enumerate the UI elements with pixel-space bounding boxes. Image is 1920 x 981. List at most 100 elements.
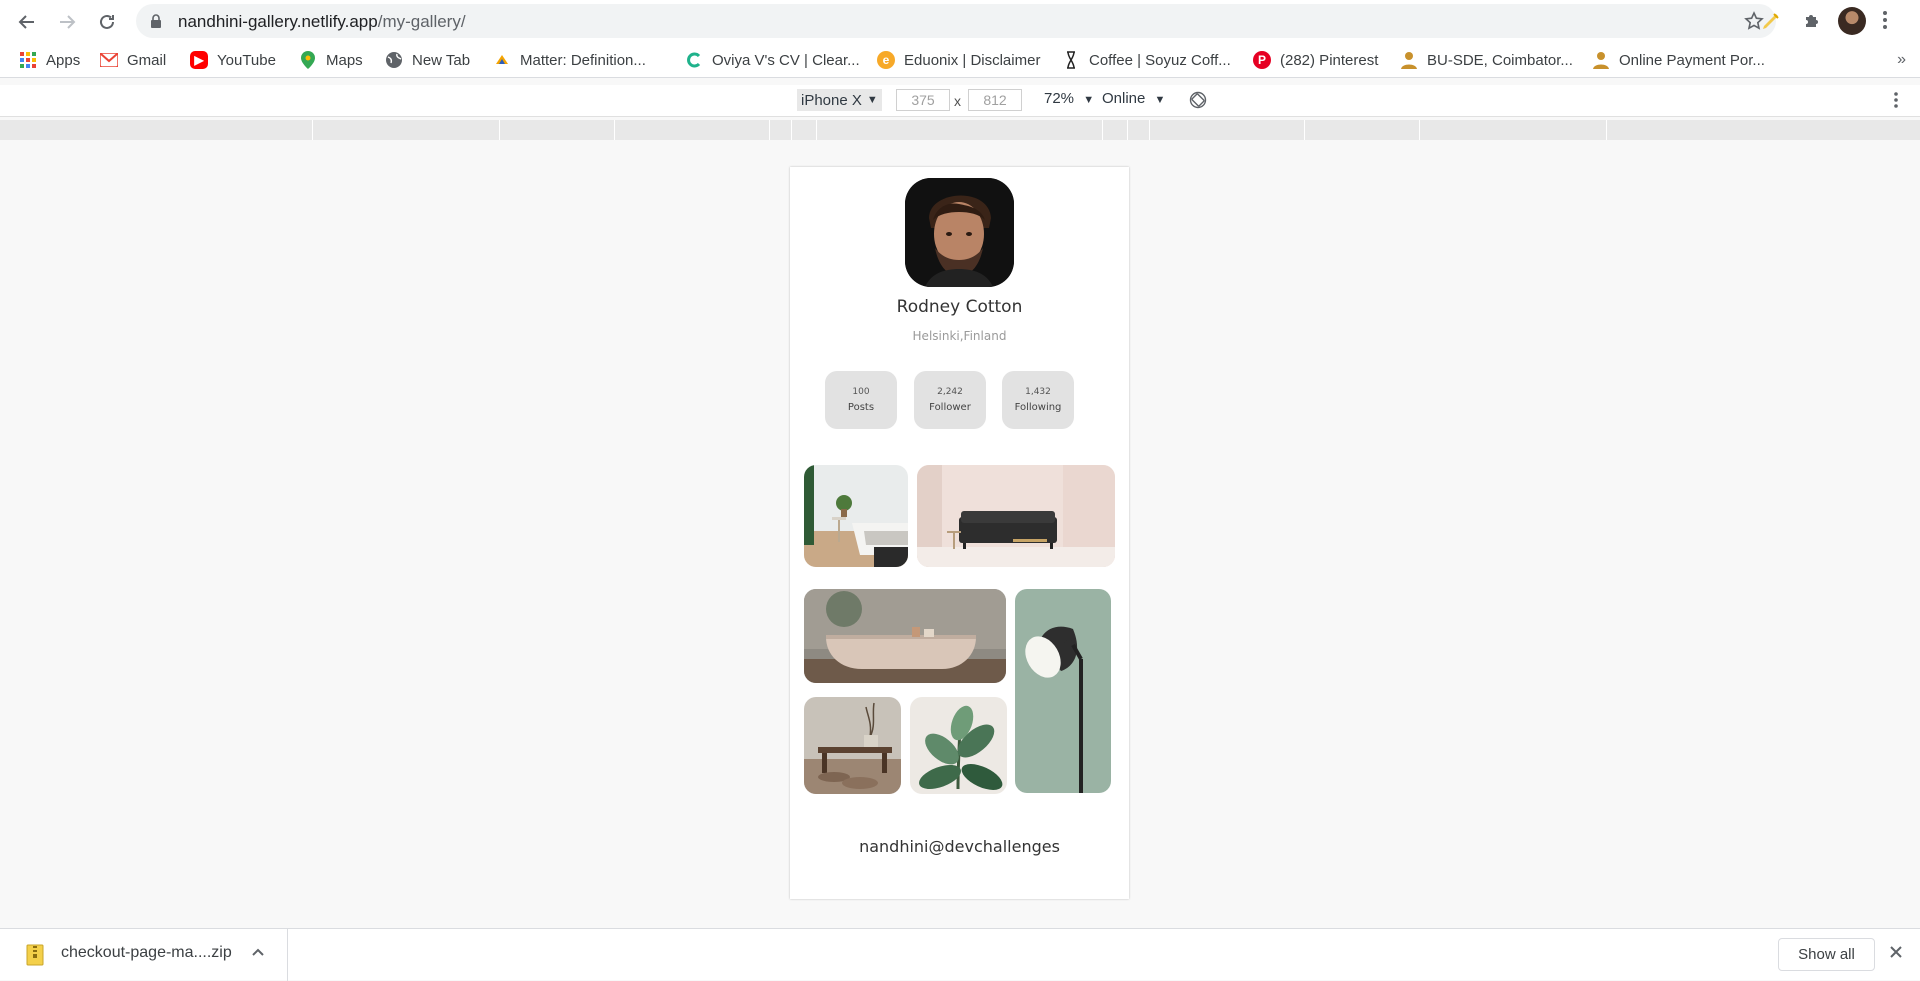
ruler-segment[interactable] bbox=[792, 120, 817, 140]
height-input[interactable]: 812 bbox=[968, 89, 1022, 111]
ruler-segment[interactable] bbox=[1150, 120, 1305, 140]
bookmark-apps[interactable]: Apps bbox=[19, 49, 80, 71]
bookmark-label: Online Payment Por... bbox=[1619, 51, 1765, 69]
bookmark-label: Matter: Definition... bbox=[520, 51, 646, 69]
ruler-segment[interactable] bbox=[615, 120, 770, 140]
zoom-select[interactable]: 72% ▼ bbox=[1044, 90, 1094, 107]
extensions-puzzle-icon[interactable] bbox=[1799, 8, 1825, 34]
forward-arrow-icon bbox=[60, 15, 76, 29]
device-toolbar: iPhone X ▼ 375 x 812 72% ▼ Online ▼ bbox=[0, 85, 1920, 117]
ruler-segment[interactable] bbox=[817, 120, 1103, 140]
stat-label: Posts bbox=[847, 402, 875, 413]
browser-menu-icon[interactable] bbox=[1882, 10, 1888, 30]
caret-down-icon: ▼ bbox=[1083, 94, 1095, 106]
gallery-image-plant[interactable] bbox=[910, 697, 1007, 794]
rotate-icon[interactable] bbox=[1189, 91, 1207, 109]
cv-site-icon bbox=[685, 51, 703, 69]
gallery-image-sofa[interactable] bbox=[917, 465, 1115, 567]
more-bookmarks-icon[interactable]: » bbox=[1897, 51, 1906, 69]
chevron-up-icon[interactable] bbox=[250, 944, 266, 960]
media-query-ruler[interactable] bbox=[0, 120, 1920, 140]
profile-location: Helsinki,Finland bbox=[912, 329, 1007, 343]
gmail-icon bbox=[100, 51, 118, 69]
ruler-segment[interactable] bbox=[1128, 120, 1150, 140]
width-input[interactable]: 375 bbox=[896, 89, 950, 111]
caret-down-icon: ▼ bbox=[1154, 94, 1166, 106]
bookmarks-bar: Apps Gmail ▶ YouTube Maps New Tab Matter… bbox=[0, 42, 1920, 78]
bookmark-bu-sde[interactable]: BU-SDE, Coimbator... bbox=[1400, 49, 1573, 71]
ruler-segment[interactable] bbox=[0, 120, 313, 140]
bookmark-matter[interactable]: Matter: Definition... bbox=[493, 49, 646, 71]
reload-icon bbox=[100, 14, 114, 29]
reload-button[interactable] bbox=[94, 9, 120, 35]
gallery-image-bedroom[interactable] bbox=[804, 465, 908, 567]
bookmark-online-payment[interactable]: Online Payment Por... bbox=[1592, 49, 1765, 71]
bookmark-coffee[interactable]: Coffee | Soyuz Coff... bbox=[1062, 49, 1231, 71]
bookmark-maps[interactable]: Maps bbox=[299, 49, 363, 71]
address-bar[interactable]: nandhini-gallery.netlify.app/my-gallery/ bbox=[136, 4, 1776, 38]
lock-icon bbox=[151, 14, 161, 28]
bookmark-youtube[interactable]: ▶ YouTube bbox=[190, 49, 276, 71]
device-more-icon[interactable] bbox=[1893, 91, 1899, 109]
bookmark-label: Coffee | Soyuz Coff... bbox=[1089, 51, 1231, 69]
ruler-segment[interactable] bbox=[1103, 120, 1128, 140]
footer-credit: nandhini@devchallenges bbox=[859, 837, 1060, 856]
bookmark-label: Eduonix | Disclaimer bbox=[904, 51, 1041, 69]
ruler-segment[interactable] bbox=[770, 120, 792, 140]
browser-toolbar: nandhini-gallery.netlify.app/my-gallery/ bbox=[0, 0, 1920, 42]
stat-value: 100 bbox=[852, 387, 870, 397]
bookmark-label: Apps bbox=[46, 51, 81, 69]
close-icon[interactable] bbox=[1888, 944, 1904, 960]
url-host: nandhini-gallery.netlify.app bbox=[178, 12, 378, 31]
gallery-image-bathtub[interactable] bbox=[804, 589, 1006, 683]
extension-pencil-icon[interactable] bbox=[1758, 8, 1784, 34]
download-file-name: checkout-page-ma....zip bbox=[61, 944, 232, 961]
url-path: /my-gallery/ bbox=[377, 12, 466, 31]
globe-icon bbox=[385, 51, 403, 69]
ruler-segment[interactable] bbox=[500, 120, 615, 140]
bookmark-eduonix[interactable]: e Eduonix | Disclaimer bbox=[877, 49, 1040, 71]
zip-file-icon bbox=[26, 944, 44, 966]
ruler-segment[interactable] bbox=[313, 120, 500, 140]
stat-posts: 100 Posts bbox=[825, 371, 897, 429]
matter-site-icon bbox=[493, 51, 511, 69]
stat-following: 1,432 Following bbox=[1002, 371, 1074, 429]
bookmark-gmail[interactable]: Gmail bbox=[100, 49, 166, 71]
gallery-image-bench[interactable] bbox=[804, 697, 901, 794]
throttle-value: Online bbox=[1102, 90, 1146, 107]
ruler-segment[interactable] bbox=[1305, 120, 1420, 140]
stat-followers: 2,242 Follower bbox=[914, 371, 986, 429]
stat-label: Follower bbox=[929, 402, 971, 413]
profile-photo bbox=[905, 178, 1014, 287]
apps-grid-icon bbox=[19, 51, 37, 69]
bookmark-label: BU-SDE, Coimbator... bbox=[1427, 51, 1573, 69]
download-item[interactable]: checkout-page-ma....zip bbox=[0, 929, 288, 981]
profile-avatar[interactable] bbox=[1838, 7, 1866, 35]
youtube-icon: ▶ bbox=[190, 51, 208, 69]
gallery-image-lamp[interactable] bbox=[1015, 589, 1111, 793]
bookmark-new-tab[interactable]: New Tab bbox=[385, 49, 470, 71]
back-arrow-icon bbox=[18, 15, 34, 29]
bookmark-label: Maps bbox=[326, 51, 363, 69]
dimension-separator: x bbox=[954, 93, 961, 109]
profile-name: Rodney Cotton bbox=[896, 297, 1023, 317]
stat-value: 1,432 bbox=[1025, 387, 1051, 397]
forward-button[interactable] bbox=[54, 9, 80, 35]
back-button[interactable] bbox=[14, 9, 40, 35]
university-icon bbox=[1400, 51, 1418, 69]
bookmark-cv[interactable]: Oviya V's CV | Clear... bbox=[685, 49, 860, 71]
device-select[interactable]: iPhone X ▼ bbox=[797, 89, 882, 111]
caret-down-icon: ▼ bbox=[866, 94, 878, 106]
stat-value: 2,242 bbox=[937, 387, 963, 397]
show-all-button[interactable]: Show all bbox=[1778, 938, 1875, 971]
bookmark-label: (282) Pinterest bbox=[1280, 51, 1379, 69]
url-text: nandhini-gallery.netlify.app/my-gallery/ bbox=[178, 12, 466, 32]
maps-pin-icon bbox=[299, 51, 317, 69]
eduonix-icon: e bbox=[877, 51, 895, 69]
payment-site-icon bbox=[1592, 51, 1610, 69]
throttle-select[interactable]: Online ▼ bbox=[1102, 90, 1165, 107]
bookmark-pinterest[interactable]: P (282) Pinterest bbox=[1253, 49, 1378, 71]
ruler-segment[interactable] bbox=[1420, 120, 1607, 140]
download-shelf: checkout-page-ma....zip Show all bbox=[0, 928, 1920, 981]
ruler-segment[interactable] bbox=[1607, 120, 1920, 140]
